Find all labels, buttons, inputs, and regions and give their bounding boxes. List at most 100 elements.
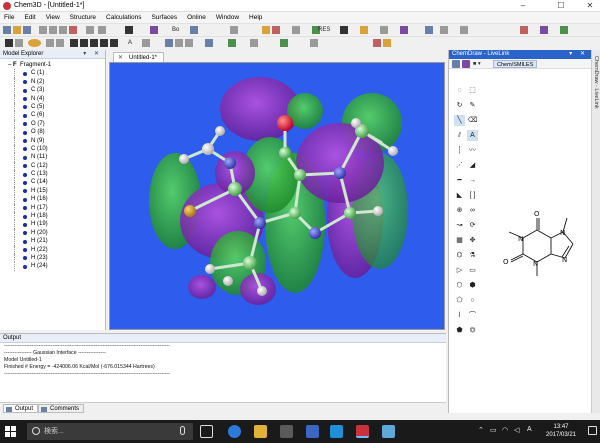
atom-labels-icon[interactable] [230,26,238,34]
tab-comments[interactable]: Comments [38,404,85,413]
template-icon[interactable]: ⌬ [454,250,465,261]
animation-icon[interactable] [383,39,391,47]
background-color-icon[interactable] [340,26,348,34]
double-bond-icon[interactable] [80,39,88,47]
chemdraw-structure-icon[interactable] [462,60,470,68]
rectangle-icon[interactable]: ▭ [467,265,478,276]
hydrogen-atom[interactable] [257,286,267,296]
display-mode-icon[interactable] [190,26,198,34]
view-options-icon[interactable] [380,26,388,34]
rotate-y-icon[interactable] [185,39,193,47]
menu-file[interactable]: File [0,12,19,23]
color-scheme-icon[interactable] [540,26,548,34]
atom-node[interactable]: H (16) [0,195,105,204]
carbon-methyl-atom[interactable] [243,256,257,270]
atom-node[interactable]: O (8) [0,128,105,137]
maximize-button[interactable]: ☐ [551,0,571,12]
carbon-atom[interactable] [344,207,356,219]
carbon-atom[interactable] [279,147,291,159]
surface-icon[interactable] [400,26,408,34]
table-icon[interactable] [460,26,468,34]
atom-node[interactable]: C (3) [0,86,105,95]
arrow-tool-icon[interactable]: ↝ [454,220,465,231]
flask-icon[interactable]: ⚗ [467,250,478,261]
open-folder-icon[interactable] [13,26,21,34]
eraser-icon[interactable] [142,39,150,47]
residue-label[interactable]: RES [318,26,330,34]
undo-icon[interactable] [86,26,94,34]
carbon-atom[interactable] [294,169,306,181]
triple-bond-icon[interactable] [90,39,98,47]
pentagon-icon[interactable]: ⬟ [454,325,465,336]
charge-icon[interactable]: ⊕ [454,205,465,216]
edge-browser-icon[interactable] [228,425,241,438]
bond-tool-icon[interactable]: ╲ [454,115,465,126]
zoom-icon[interactable] [56,39,64,47]
atom-node[interactable]: H (24) [0,262,105,271]
atom-node[interactable]: H (23) [0,253,105,263]
livelink-side-strip[interactable]: ChemDraw - LiveLink [591,50,600,413]
double-bond-icon[interactable]: ⫽ [454,130,465,141]
chain-icon[interactable]: 〰 [467,145,478,156]
atom-node[interactable]: N (11) [0,153,105,162]
redo-icon[interactable] [98,26,106,34]
tab-chem-smiles[interactable]: Chem/SMILES [493,60,538,68]
taskbar-search-box[interactable]: 検索... [27,423,193,440]
cut-icon[interactable] [39,26,47,34]
atom-node[interactable]: C (5) [0,102,105,112]
color-by-element-icon[interactable] [262,26,270,34]
menu-help[interactable]: Help [244,12,267,23]
carbon-atom[interactable] [228,182,242,196]
tab-output[interactable]: Output [3,404,39,413]
mail-icon[interactable] [306,425,319,438]
hydrogen-atom[interactable] [205,264,215,274]
print-icon[interactable] [125,26,133,34]
volume-icon[interactable]: ◁ [514,426,519,434]
atom-node[interactable]: H (22) [0,245,105,254]
paste-icon[interactable] [59,26,67,34]
rotate-x-icon[interactable] [175,39,183,47]
nitrogen-atom[interactable] [309,227,321,239]
uncoordinated-bond-icon[interactable] [110,39,118,47]
atom-node[interactable]: C (6) [0,111,105,120]
atom-node[interactable]: N (4) [0,94,105,103]
mechanism-icon[interactable]: ⟳ [467,220,478,231]
ime-language[interactable]: A [527,426,532,433]
chem3d-taskbar-icon[interactable] [356,425,369,438]
arrow-icon[interactable]: → [467,175,478,186]
bracket-icon[interactable]: [ ] [467,190,478,201]
font-size-value[interactable]: Bo [172,26,179,34]
menu-window[interactable]: Window [211,12,244,23]
hydrogen-atom[interactable] [223,276,233,286]
atom-node[interactable]: H (15) [0,186,105,196]
cyclopentane-icon[interactable]: ⬠ [454,295,465,306]
hash-bond-icon[interactable]: ⋰ [454,160,465,171]
atom-node[interactable]: C (1) [0,69,105,78]
ribbons-icon[interactable] [205,39,213,47]
orbital-icon[interactable] [425,26,433,34]
carbon-atom[interactable] [289,207,301,219]
marquee-icon[interactable]: ⬚ [467,85,478,96]
task-view-icon[interactable] [200,425,213,438]
atom-node[interactable]: H (21) [0,237,105,246]
atom-node[interactable]: C (13) [0,170,105,179]
chemdraw-taskbar-icon[interactable] [382,425,395,438]
boat-icon[interactable]: ⌒ [467,310,478,321]
chem-app-icon[interactable] [330,425,343,438]
eraser-icon[interactable]: ⌫ [467,115,478,126]
menu-structure[interactable]: Structure [65,12,101,23]
fragment-node[interactable]: – F Fragment-1 [0,61,105,69]
atom-node[interactable]: N (9) [0,136,105,145]
chemdraw-panel-controls[interactable]: ▾ ✕ [569,50,588,59]
single-bond-icon[interactable] [70,39,78,47]
trackball-icon[interactable] [28,39,41,47]
rotate-icon[interactable]: ↻ [454,100,465,111]
tray-up-arrow-icon[interactable]: ⌃ [478,426,484,434]
minimize-button[interactable]: – [513,0,533,12]
play-icon[interactable]: ▷ [454,265,465,276]
text-tool-icon[interactable]: A [467,130,478,141]
wedge-icon[interactable]: ◢ [467,160,478,171]
copy-icon[interactable] [49,26,57,34]
chemdraw-dropdown[interactable]: ■ ▾ [473,59,481,69]
hydrogen-atom[interactable] [373,206,383,216]
